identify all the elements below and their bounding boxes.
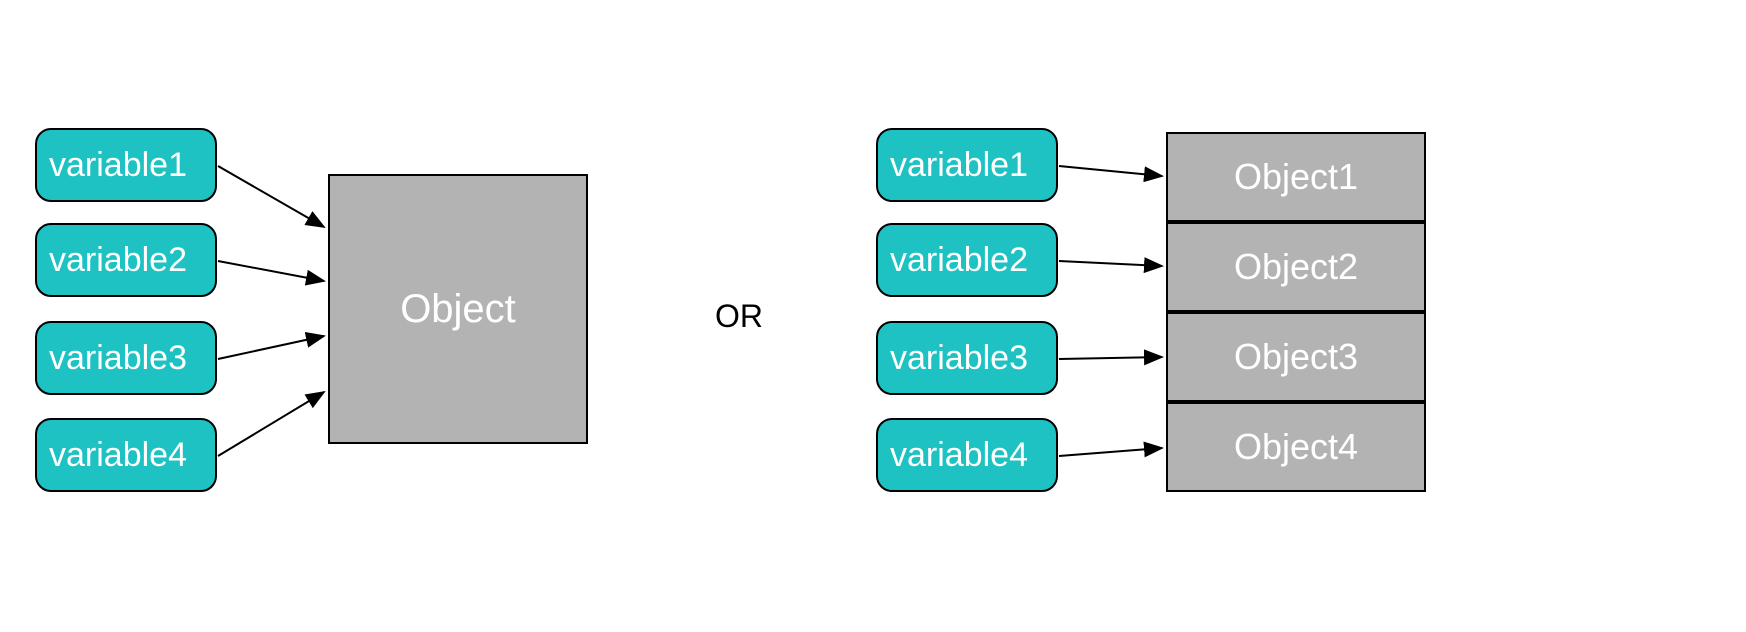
right-object-3: Object3 [1166, 312, 1426, 402]
left-variable-4: variable4 [35, 418, 217, 492]
right-variable-2-label: variable2 [890, 241, 1028, 280]
right-variable-4-label: variable4 [890, 436, 1028, 475]
right-object-2-label: Object2 [1234, 246, 1358, 288]
left-object: Object [328, 174, 588, 444]
right-variable-4: variable4 [876, 418, 1058, 492]
left-variable-3-label: variable3 [49, 339, 187, 378]
left-arrow-4 [218, 392, 324, 456]
right-arrow-1 [1059, 166, 1162, 176]
left-variable-3: variable3 [35, 321, 217, 395]
left-variable-1-label: variable1 [49, 146, 187, 185]
left-object-label: Object [400, 287, 516, 332]
arrows-layer [0, 0, 1746, 632]
left-variable-2: variable2 [35, 223, 217, 297]
right-arrow-3 [1059, 357, 1162, 359]
right-variable-1-label: variable1 [890, 146, 1028, 185]
right-variable-1: variable1 [876, 128, 1058, 202]
left-variable-2-label: variable2 [49, 241, 187, 280]
right-object-1-label: Object1 [1234, 156, 1358, 198]
right-object-3-label: Object3 [1234, 336, 1358, 378]
diagram-container: variable1 variable2 variable3 variable4 … [0, 0, 1746, 632]
or-label: OR [715, 298, 763, 335]
left-arrow-2 [218, 261, 324, 281]
right-arrow-4 [1059, 448, 1162, 456]
right-variable-3: variable3 [876, 321, 1058, 395]
right-object-4: Object4 [1166, 402, 1426, 492]
right-arrow-2 [1059, 261, 1162, 266]
right-object-1: Object1 [1166, 132, 1426, 222]
right-variable-3-label: variable3 [890, 339, 1028, 378]
left-variable-1: variable1 [35, 128, 217, 202]
left-arrow-1 [218, 166, 324, 227]
left-variable-4-label: variable4 [49, 436, 187, 475]
right-object-2: Object2 [1166, 222, 1426, 312]
left-arrow-3 [218, 336, 324, 359]
right-object-4-label: Object4 [1234, 426, 1358, 468]
right-variable-2: variable2 [876, 223, 1058, 297]
